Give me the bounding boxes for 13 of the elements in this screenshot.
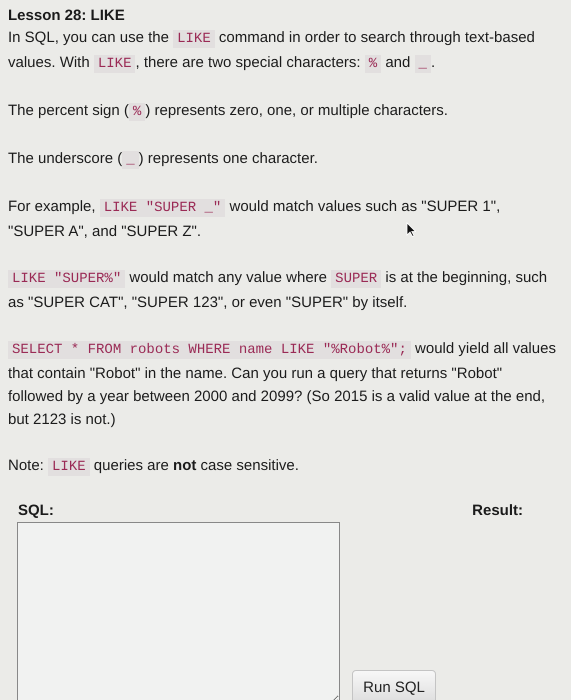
lesson-paragraph: The underscore ( _ ) represents one character. <box>8 149 319 171</box>
lesson-paragraph: Note: LIKE queries are not case sensitive. <box>8 456 300 478</box>
mouse-pointer-icon <box>406 222 416 237</box>
result-label: Result: <box>472 502 523 519</box>
sql-label: SQL: <box>18 502 54 519</box>
lesson-paragraph: For example, LIKE "SUPER _" would match values such as "SUPER 1", "SUPER A", and "SUPER Z". <box>8 197 502 242</box>
lesson-paragraph: SELECT * FROM robots WHERE name LIKE "%Robot%"; would yield all values that contain "Robot" in the name. Can you run a query that returns "Robot" followed by a year between 2000 and 2099? (So 2015 is a valid value at the end, but 2123 is not.) <box>8 339 557 430</box>
sql-input-field[interactable] <box>17 522 340 700</box>
lesson-paragraph: In SQL, you can use the LIKE command in order to search through text-based values. With LIKE , there are two special characters: % and _ . <box>8 28 536 75</box>
lesson-paragraph: The percent sign ( % ) represents zero, one, or multiple characters. <box>8 101 449 123</box>
lesson-title: Lesson 28: LIKE <box>8 6 126 26</box>
lesson-paragraph: LIKE "SUPER%" would match any value where SUPER is at the beginning, such as "SUPER CAT", "SUPER 123", or even "SUPER" by itself. <box>8 268 548 313</box>
run-sql-button[interactable]: Run SQL <box>352 670 436 700</box>
